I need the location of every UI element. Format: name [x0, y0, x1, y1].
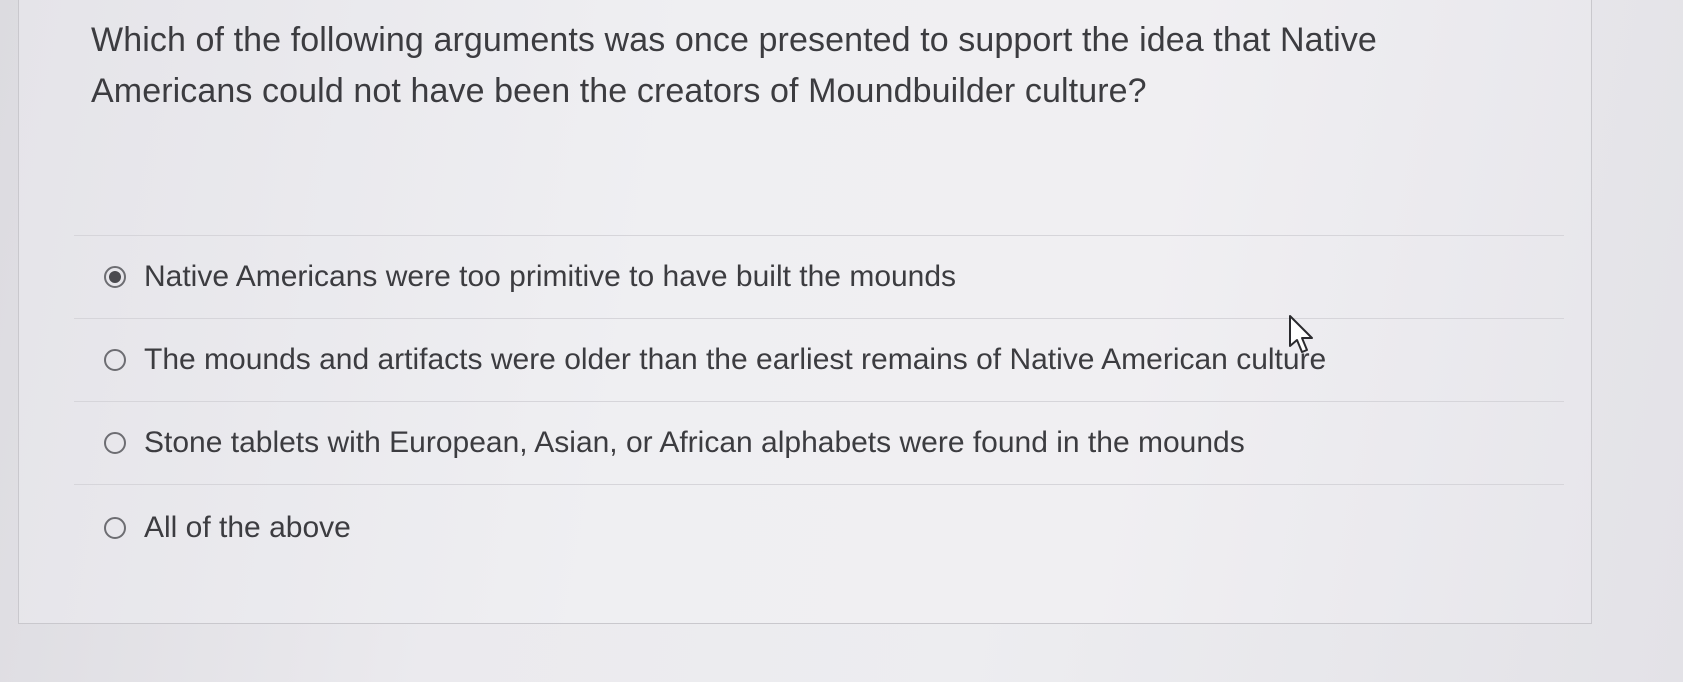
answer-option-label: All of the above	[144, 511, 351, 544]
answer-option-label: Native Americans were too primitive to h…	[144, 260, 957, 293]
answer-option-2[interactable]: The mounds and artifacts were older than…	[74, 318, 1564, 401]
arrow-cursor-icon	[1289, 315, 1313, 353]
radio-unselected-icon[interactable]	[104, 432, 126, 454]
question-card: Which of the following arguments was onc…	[18, 0, 1592, 624]
answer-option-1[interactable]: Native Americans were too primitive to h…	[74, 235, 1564, 318]
answer-options: Native Americans were too primitive to h…	[74, 235, 1564, 571]
screen: Which of the following arguments was onc…	[0, 0, 1683, 682]
answer-option-label: The mounds and artifacts were older than…	[144, 343, 1327, 376]
radio-unselected-icon[interactable]	[104, 517, 126, 539]
radio-unselected-icon[interactable]	[104, 349, 126, 371]
answer-option-4[interactable]: All of the above	[74, 484, 1564, 571]
question-text: Which of the following arguments was onc…	[91, 21, 1377, 110]
answer-option-label: Stone tablets with European, Asian, or A…	[144, 426, 1245, 459]
radio-selected-icon[interactable]	[104, 266, 126, 288]
answer-option-3[interactable]: Stone tablets with European, Asian, or A…	[74, 401, 1564, 484]
